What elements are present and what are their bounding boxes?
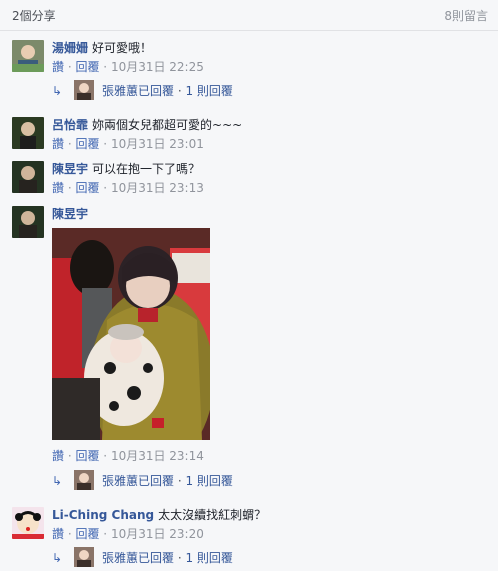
comment-count: 8則留言 <box>444 9 488 23</box>
comment-time[interactable]: 10月31日 23:01 <box>111 137 204 151</box>
reply-by[interactable]: 張雅蕙已回覆 <box>102 551 174 565</box>
like-link[interactable]: 讚 <box>52 527 64 541</box>
comment-author[interactable]: 湯姍姍 <box>52 41 88 55</box>
comment-text: 太太沒續找紅刺蝟？ <box>158 508 267 522</box>
reply-avatar <box>74 470 94 490</box>
reply-arrow-icon: ↳ <box>52 551 63 565</box>
comment: 呂怡霏 妳兩個女兒都超可愛的~~~ 讚 · 回覆 · 10月31日 23:01 <box>12 117 492 153</box>
comment-text: 可以在抱一下了嗎？ <box>92 162 201 176</box>
comment: 陳昱宇 可以在抱一下了嗎？ 讚 · 回覆 · 10月31日 23:13 <box>12 161 492 197</box>
avatar[interactable] <box>12 206 44 238</box>
reply-count[interactable]: 1 則回覆 <box>185 551 232 565</box>
like-link[interactable]: 讚 <box>52 137 64 151</box>
comment-time[interactable]: 10月31日 23:20 <box>111 527 204 541</box>
comment: Li-Ching Chang 太太沒續找紅刺蝟？ 讚 · 回覆 · 10月31日 … <box>12 507 492 571</box>
reply-count[interactable]: 1 則回覆 <box>185 84 232 98</box>
like-link[interactable]: 讚 <box>52 449 64 463</box>
reply-arrow-icon: ↳ <box>52 84 63 98</box>
reply-avatar <box>74 547 94 567</box>
avatar[interactable] <box>12 507 44 539</box>
comment-time[interactable]: 10月31日 23:14 <box>111 449 204 463</box>
reply-arrow-icon: ↳ <box>52 474 63 488</box>
comment-author[interactable]: 陳昱宇 <box>52 162 88 176</box>
reply-link[interactable]: 回覆 <box>75 181 99 195</box>
comment-author[interactable]: Li-Ching Chang <box>52 508 154 522</box>
comment-photo[interactable] <box>52 228 210 440</box>
reply-summary[interactable]: ↳ 張雅蕙已回覆 · 1 則回覆 <box>52 470 352 492</box>
comment-author[interactable]: 陳昱宇 <box>52 207 88 221</box>
comments-header: 2個分享 8則留言 <box>0 0 498 31</box>
like-link[interactable]: 讚 <box>52 181 64 195</box>
reply-summary[interactable]: ↳ 張雅蕙已回覆 · 1 則回覆 <box>52 547 352 569</box>
reply-summary[interactable]: ↳ 張雅蕙已回覆 · 1 則回覆 <box>52 80 352 102</box>
avatar[interactable] <box>12 161 44 193</box>
reply-count[interactable]: 1 則回覆 <box>185 474 232 488</box>
comment-text: 好可愛哦！ <box>92 41 153 55</box>
comment-time[interactable]: 10月31日 22:25 <box>111 60 204 74</box>
comment: 湯姍姍 好可愛哦！ 讚 · 回覆 · 10月31日 22:25 ↳ 張雅蕙已回覆 … <box>12 40 492 106</box>
avatar[interactable] <box>12 117 44 149</box>
reply-by[interactable]: 張雅蕙已回覆 <box>102 84 174 98</box>
reply-avatar <box>74 80 94 100</box>
comment-text: 妳兩個女兒都超可愛的~~~ <box>92 118 243 132</box>
reply-by[interactable]: 張雅蕙已回覆 <box>102 474 174 488</box>
comment-author[interactable]: 呂怡霏 <box>52 118 88 132</box>
comment: 陳昱宇 讚 · 回覆 · 10月31日 23:14 ↳ 張雅蕙已回覆 · 1 則… <box>12 206 492 496</box>
like-link[interactable]: 讚 <box>52 60 64 74</box>
shares-count[interactable]: 2個分享 <box>12 7 56 24</box>
comment-time[interactable]: 10月31日 23:13 <box>111 181 204 195</box>
reply-link[interactable]: 回覆 <box>75 137 99 151</box>
reply-link[interactable]: 回覆 <box>75 449 99 463</box>
avatar[interactable] <box>12 40 44 72</box>
reply-link[interactable]: 回覆 <box>75 60 99 74</box>
reply-link[interactable]: 回覆 <box>75 527 99 541</box>
